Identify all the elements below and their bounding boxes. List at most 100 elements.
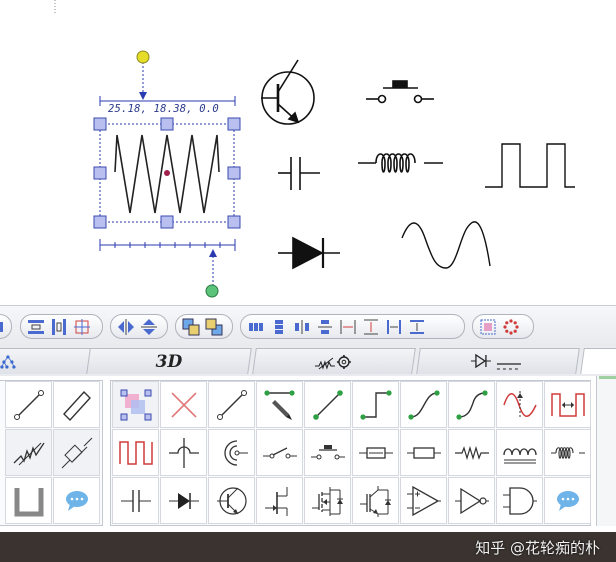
palette-item-fuse[interactable] bbox=[53, 429, 100, 476]
coax-icon bbox=[223, 439, 248, 466]
equal-height-button[interactable] bbox=[407, 317, 427, 337]
close-icon bbox=[170, 391, 197, 418]
palette-item-delete[interactable] bbox=[160, 381, 207, 428]
palette-item-comment[interactable] bbox=[53, 477, 100, 524]
distribute-vertical-icon bbox=[52, 318, 66, 335]
tab-sources[interactable] bbox=[416, 348, 580, 374]
palette-item-green-wire[interactable] bbox=[304, 381, 351, 428]
equal-width-button[interactable] bbox=[384, 317, 404, 337]
palette-item-transistor[interactable] bbox=[208, 477, 255, 524]
toolbar-group-2 bbox=[110, 314, 168, 339]
tab-components[interactable] bbox=[252, 348, 416, 374]
center-both-button[interactable] bbox=[72, 317, 92, 337]
palette-item-wire[interactable] bbox=[208, 381, 255, 428]
capacitor-symbol bbox=[278, 157, 320, 190]
align-center-h-button[interactable] bbox=[292, 317, 312, 337]
palette-item-antenna[interactable] bbox=[208, 429, 255, 476]
palette-item-resistor-iec[interactable] bbox=[400, 429, 447, 476]
palette-item-mosfet[interactable] bbox=[304, 477, 351, 524]
space-h-button[interactable] bbox=[338, 317, 358, 337]
pencil-wire-icon bbox=[263, 389, 295, 420]
palette-item-sine[interactable] bbox=[496, 381, 543, 428]
space-horizontal-icon bbox=[340, 319, 356, 334]
align-icon bbox=[0, 321, 3, 332]
palette-item-crossover[interactable] bbox=[160, 429, 207, 476]
flip-horizontal-button[interactable] bbox=[116, 317, 136, 337]
align-start-button[interactable] bbox=[0, 317, 6, 337]
palette-item-resistor-arrow[interactable] bbox=[5, 429, 52, 476]
resistor-gear-icon bbox=[314, 354, 351, 370]
palette-item-not-gate[interactable] bbox=[448, 477, 495, 524]
palette-item-comment-2[interactable] bbox=[544, 477, 591, 524]
palette-item-pushbutton[interactable] bbox=[304, 429, 351, 476]
s-curve-wire-icon bbox=[455, 389, 488, 420]
bring-front-icon bbox=[182, 318, 200, 335]
toolbar-group-3 bbox=[175, 314, 233, 339]
palette-item-line[interactable] bbox=[5, 381, 52, 428]
diode-icon bbox=[168, 492, 199, 509]
group-button[interactable] bbox=[478, 317, 498, 337]
resistor-iec-icon bbox=[406, 446, 441, 459]
sine-source-icon bbox=[502, 390, 537, 419]
igbt-icon bbox=[359, 485, 391, 517]
palette-item-select[interactable] bbox=[112, 381, 159, 428]
canvas-svg bbox=[54, 0, 575, 298]
space-v-button[interactable] bbox=[361, 317, 381, 337]
distribute-v-button[interactable] bbox=[49, 317, 69, 337]
flip-vertical-button[interactable] bbox=[139, 317, 159, 337]
switch-icon bbox=[262, 446, 297, 458]
ungroup-button[interactable] bbox=[501, 317, 521, 337]
palette-item-curve-wire[interactable] bbox=[400, 381, 447, 428]
toolbar-group-4 bbox=[240, 314, 465, 339]
drawing-canvas[interactable]: 25.18, 18.38, 0.0 bbox=[0, 0, 616, 304]
fuse-icon bbox=[61, 437, 92, 468]
tab-active-partial[interactable] bbox=[580, 348, 616, 374]
inductor-symbol bbox=[358, 153, 443, 173]
palette-item-square-wave[interactable] bbox=[112, 429, 159, 476]
palette-item-inductor[interactable] bbox=[544, 429, 591, 476]
align-center-v-button[interactable] bbox=[315, 317, 335, 337]
diode-dcsource-icon bbox=[470, 353, 521, 369]
palette-item-switch[interactable] bbox=[256, 429, 303, 476]
mosfet-icon bbox=[311, 486, 343, 516]
send-back-icon bbox=[205, 318, 223, 335]
rotate-handle[interactable] bbox=[136, 50, 150, 64]
scale-handle[interactable] bbox=[205, 284, 219, 298]
inductor-core-icon bbox=[502, 447, 537, 463]
palette-item-container[interactable] bbox=[5, 477, 52, 524]
palette-item-diode[interactable] bbox=[160, 477, 207, 524]
palette-item-inductor-core[interactable] bbox=[496, 429, 543, 476]
transistor-symbol bbox=[261, 59, 315, 125]
palette-item-jfet[interactable] bbox=[256, 477, 303, 524]
center-both-icon bbox=[74, 318, 90, 335]
align-left-button[interactable] bbox=[246, 317, 266, 337]
resistor-box-icon bbox=[358, 446, 393, 459]
palette-item-and-gate[interactable] bbox=[496, 477, 543, 524]
distribute-h-button[interactable] bbox=[26, 317, 46, 337]
coordinate-readout: 25.18, 18.38, 0.0 bbox=[108, 103, 219, 115]
group-icon bbox=[480, 319, 496, 334]
align-top-button[interactable] bbox=[269, 317, 289, 337]
palette-item-capacitor[interactable] bbox=[112, 477, 159, 524]
palette-item-pencil-wire[interactable] bbox=[256, 381, 303, 428]
palette-item-s-curve-wire[interactable] bbox=[448, 381, 495, 428]
capacitor-icon bbox=[120, 489, 151, 512]
palette-item-resistor-box[interactable] bbox=[352, 429, 399, 476]
palette-item-pulse[interactable] bbox=[544, 381, 591, 428]
align-top-icon bbox=[275, 319, 283, 334]
toolbar-group-0 bbox=[0, 314, 12, 339]
palette-item-resistor-zigzag[interactable] bbox=[448, 429, 495, 476]
push-button-symbol bbox=[366, 80, 434, 104]
palette-item-igbt[interactable] bbox=[352, 477, 399, 524]
variable-resistor-icon bbox=[13, 442, 45, 465]
speech-bubble-icon bbox=[65, 490, 88, 511]
bring-front-button[interactable] bbox=[181, 317, 201, 337]
tab-basic[interactable] bbox=[0, 348, 92, 374]
palette-item-rect[interactable] bbox=[53, 381, 100, 428]
align-center-h-icon bbox=[295, 319, 309, 334]
send-back-button[interactable] bbox=[204, 317, 224, 337]
tab-3d[interactable]: 3D bbox=[86, 348, 252, 374]
resistor-zigzag-icon bbox=[454, 445, 489, 460]
palette-item-step-wire[interactable] bbox=[352, 381, 399, 428]
palette-item-opamp[interactable] bbox=[400, 477, 447, 524]
